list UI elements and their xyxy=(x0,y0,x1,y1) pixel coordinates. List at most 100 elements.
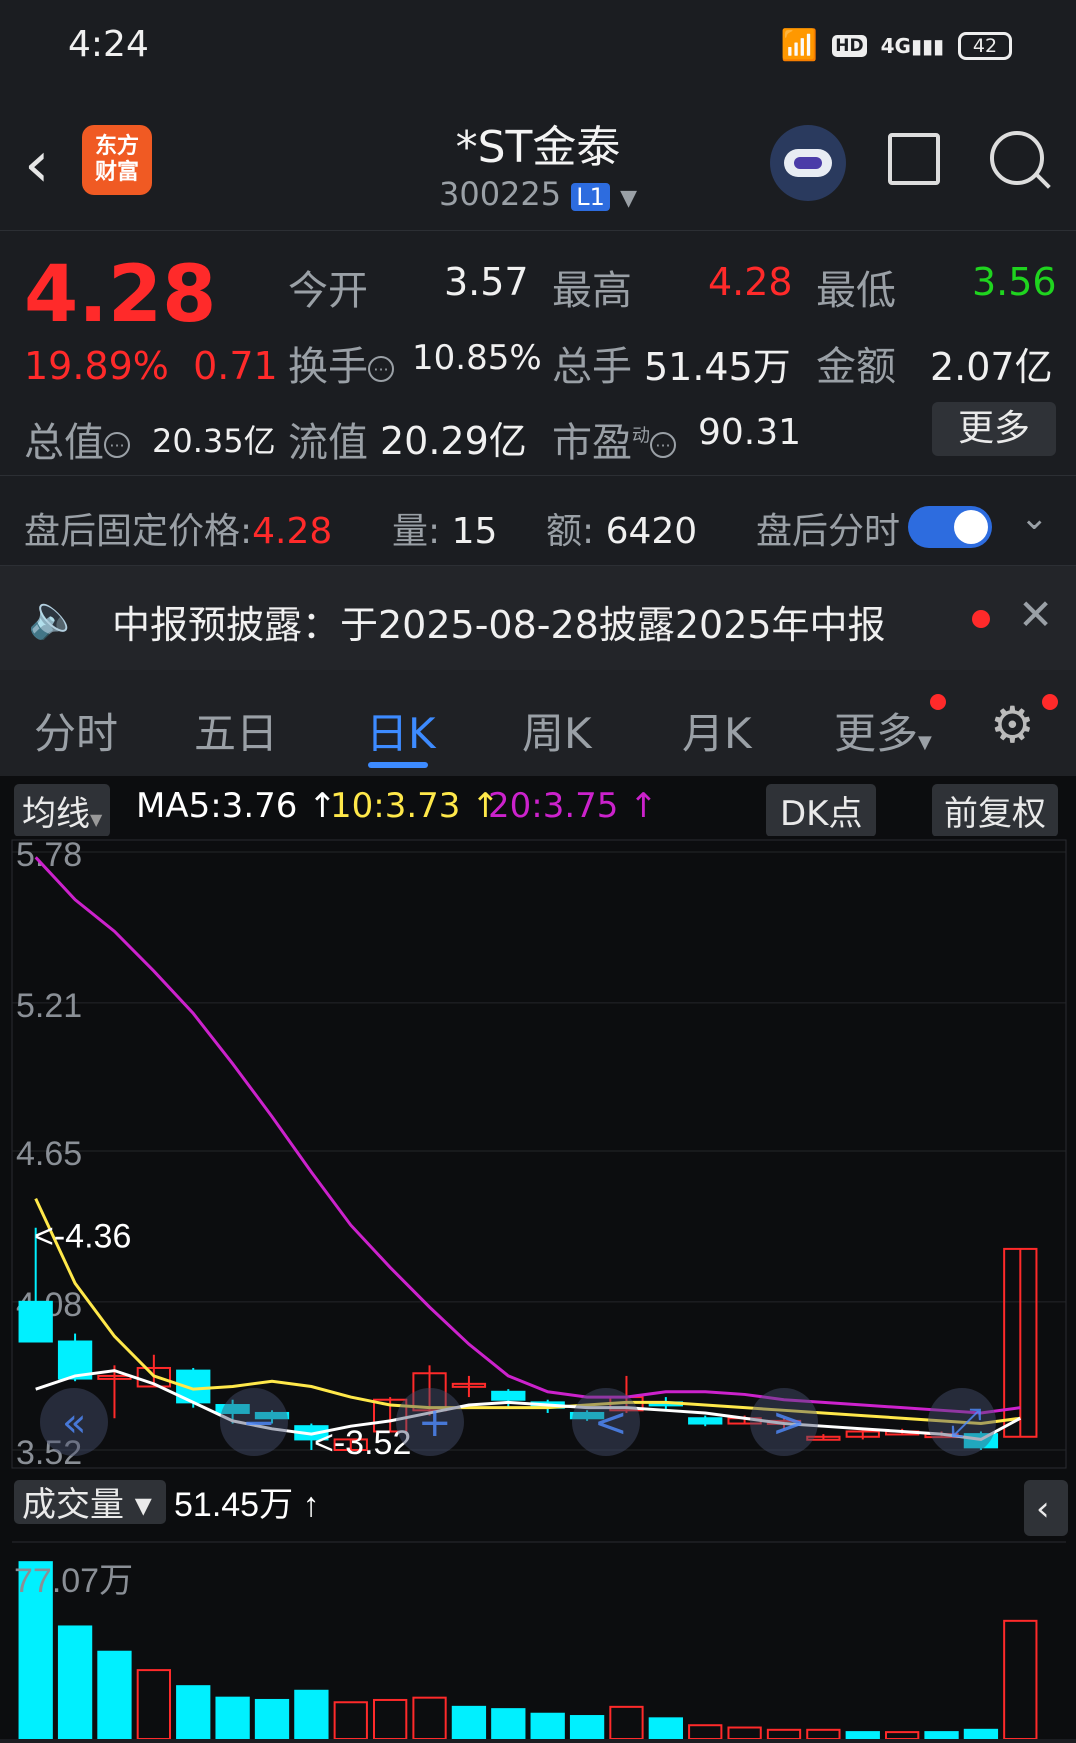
float-value: 20.29亿 xyxy=(380,419,527,463)
pe-value: 90.31 xyxy=(698,412,802,453)
volume-bar xyxy=(727,1726,762,1740)
turnover-value: 10.85% xyxy=(412,338,542,378)
chart-nav-icon: + xyxy=(418,1400,452,1446)
ma-selector[interactable]: 均线▼ xyxy=(14,784,111,837)
volume-bar xyxy=(294,1689,329,1740)
settings-dot xyxy=(1042,694,1058,710)
ma10-value: 10:3.73 ↑ xyxy=(330,786,500,826)
level-badge: L1 xyxy=(571,183,610,211)
volume-bar xyxy=(766,1728,802,1740)
open-value: 3.57 xyxy=(444,260,529,304)
ma20-line xyxy=(34,856,1021,1415)
period-tabs: 分时 五日 日K 周K 月K 更多▼ ⚙ xyxy=(0,670,1076,776)
high-label: 最高 xyxy=(552,268,632,314)
volume-bar xyxy=(688,1724,723,1741)
info-icon: ··· xyxy=(650,432,676,458)
volume-label: 总手 xyxy=(552,344,632,390)
volume-current: 51.45万 ↑ xyxy=(174,1486,320,1524)
current-price: 4.28 xyxy=(24,250,217,340)
mktcap-label: 总值 ··· xyxy=(24,410,130,468)
volume-bar xyxy=(963,1728,999,1740)
info-icon: ··· xyxy=(104,432,130,458)
volume-label: 成交量 ▾ xyxy=(22,1485,152,1525)
candle-body xyxy=(491,1390,526,1401)
dk-point-button[interactable]: DK点 xyxy=(766,784,877,837)
candle-body xyxy=(18,1300,53,1343)
chart-nav-icon: > xyxy=(772,1400,806,1446)
volume-bar xyxy=(1003,1619,1038,1740)
high-value: 4.28 xyxy=(708,260,793,304)
volume-bar xyxy=(924,1731,959,1741)
active-tab-indicator xyxy=(368,762,428,768)
volume-bar xyxy=(609,1705,644,1740)
chart-nav-icon: − xyxy=(242,1400,276,1446)
volume-bar xyxy=(648,1717,683,1741)
volume-bar xyxy=(97,1650,132,1741)
tab-more[interactable]: 更多▼ xyxy=(834,700,932,761)
volume-max-label: 77.07万 xyxy=(14,1562,133,1600)
ma5-value: MA5:3.76 ↑ xyxy=(136,786,337,826)
volume-bar xyxy=(845,1731,880,1741)
gear-icon[interactable]: ⚙ xyxy=(990,696,1035,754)
volume-bar xyxy=(136,1669,171,1741)
share-icon[interactable] xyxy=(888,133,940,185)
stock-header: ‹ 东方 财富 *ST金泰 300225 L1 ▼ xyxy=(0,95,1076,231)
tab-weekly-k[interactable]: 周K xyxy=(522,700,592,761)
chevron-left-icon: ‹ xyxy=(1036,1489,1050,1529)
volume-value: 51.45万 xyxy=(644,345,791,389)
signal-icon: 4G▮▮▮ xyxy=(880,33,944,58)
assistant-robot-icon[interactable] xyxy=(770,125,846,201)
status-icons: 📶 HD 4G▮▮▮ 42 xyxy=(781,28,1012,63)
volume-bar xyxy=(451,1705,487,1740)
more-quote-button[interactable]: 更多 xyxy=(932,402,1056,456)
chevron-down-icon[interactable]: ⌄ xyxy=(1020,498,1049,538)
after-hours-label: 盘后固定价格:4.28 xyxy=(24,511,333,552)
volume-bar xyxy=(215,1696,250,1740)
pe-label: 市盈动 ··· xyxy=(552,410,676,468)
chart-nav-icon: < xyxy=(594,1400,628,1446)
after-hours-row: 盘后固定价格:4.28 量: 15 额: 6420 盘后分时 ⌄ xyxy=(0,475,1076,566)
close-icon[interactable]: ✕ xyxy=(1018,590,1053,639)
candle-body xyxy=(688,1417,723,1425)
price-change: 19.89% 0.71 xyxy=(24,344,278,388)
more-dot xyxy=(930,694,946,710)
tab-monthly-k[interactable]: 月K xyxy=(682,700,752,761)
volume-bar xyxy=(569,1715,605,1741)
amount-label: 金额 xyxy=(816,344,896,390)
adjust-button[interactable]: 前复权 xyxy=(932,784,1058,837)
hd-badge: HD xyxy=(832,34,867,57)
speaker-icon: 🔈 xyxy=(28,592,81,641)
high-annotation: <-4.36 xyxy=(34,1218,131,1256)
unread-dot xyxy=(972,610,990,628)
open-label: 今开 xyxy=(288,268,368,314)
tab-timeshare[interactable]: 分时 xyxy=(34,700,118,761)
low-value: 3.56 xyxy=(972,260,1057,304)
notice-text: 中报预披露：于2025-08-28披露2025年中报 xyxy=(112,603,886,647)
search-icon[interactable] xyxy=(990,131,1044,185)
volume-bar xyxy=(885,1731,920,1741)
after-hours-toggle[interactable] xyxy=(908,506,992,548)
tab-five-day[interactable]: 五日 xyxy=(194,700,278,761)
chart-indicator-bar: 均线▼ MA5:3.76 ↑ 10:3.73 ↑ 20:3.75 ↑ DK点 前… xyxy=(0,776,1076,837)
low-annotation: <-3.52 xyxy=(314,1424,411,1462)
kline-chart[interactable]: 5.785.214.654.083.52<-4.36<-3.52«−+<>⤢成交… xyxy=(0,836,1076,1741)
volume-bar xyxy=(254,1698,290,1741)
volume-bar xyxy=(491,1708,526,1741)
y-tick-label: 5.78 xyxy=(16,836,82,874)
status-time: 4:24 xyxy=(68,24,149,65)
battery-icon: 42 xyxy=(958,31,1012,60)
after-hours-volume: 量: 15 xyxy=(392,511,498,552)
after-hours-amount: 额: 6420 xyxy=(546,511,698,552)
volume-bar xyxy=(530,1712,565,1740)
mktcap-value: 20.35亿 xyxy=(152,422,276,460)
volume-bar xyxy=(176,1685,211,1741)
kline-chart-area[interactable]: 5.785.214.654.083.52<-4.36<-3.52«−+<>⤢成交… xyxy=(0,836,1076,1741)
notice-banner[interactable]: 🔈 中报预披露：于2025-08-28披露2025年中报 ✕ xyxy=(0,565,1076,671)
after-hours-timeshare-label: 盘后分时 xyxy=(756,511,901,552)
volume-bar xyxy=(412,1696,447,1740)
y-tick-label: 5.21 xyxy=(16,987,82,1025)
tab-daily-k[interactable]: 日K xyxy=(366,700,436,761)
status-bar: 4:24 📶 HD 4G▮▮▮ 42 xyxy=(0,0,1076,95)
info-icon: ··· xyxy=(368,356,394,382)
low-label: 最低 xyxy=(816,268,896,314)
